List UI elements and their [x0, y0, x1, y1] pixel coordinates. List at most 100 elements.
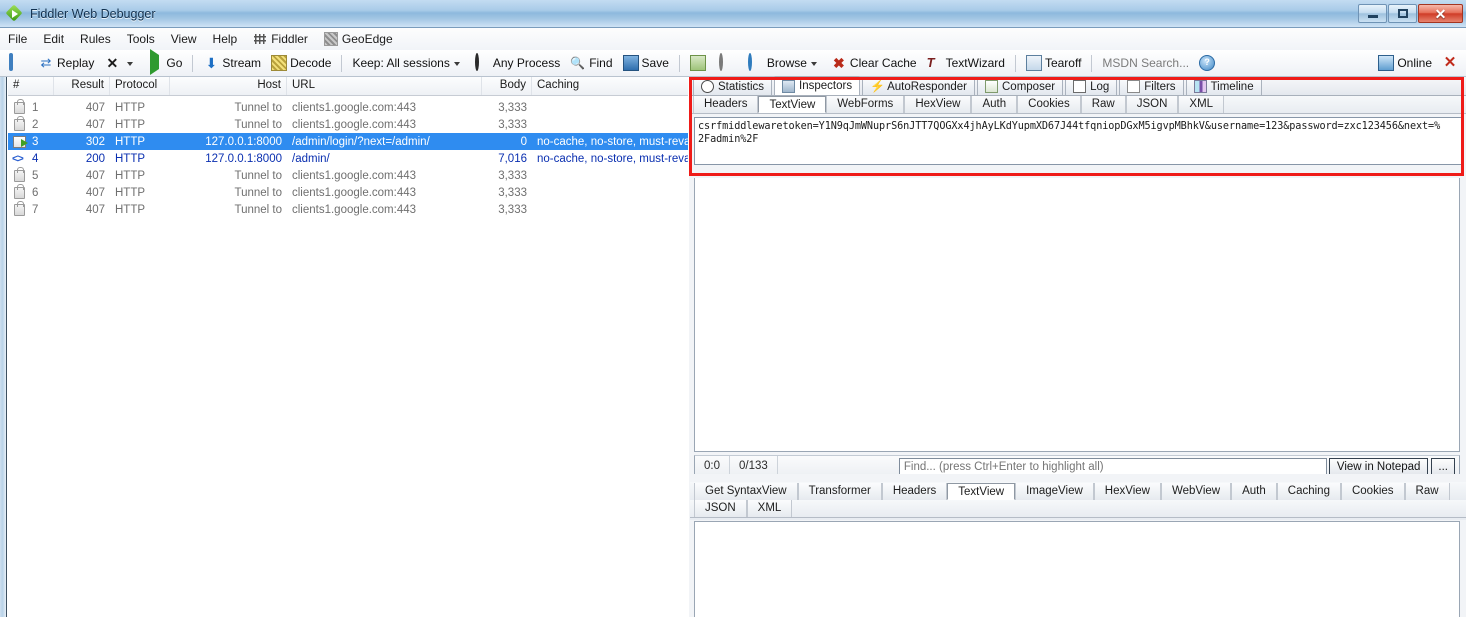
request-textview-content[interactable]: csrfmiddlewaretoken=Y1N9qJmWNuprS6nJTT7Q… [694, 117, 1462, 165]
tab-log[interactable]: Log [1065, 77, 1118, 95]
online-button[interactable]: Online [1373, 53, 1437, 73]
stream-button[interactable]: ⬇ Stream [198, 53, 266, 73]
tab-request-json[interactable]: JSON [1125, 96, 1179, 113]
msdn-search-field[interactable]: MSDN Search... [1097, 54, 1194, 72]
column-header-host[interactable]: Host [170, 77, 287, 95]
tab-request-headers[interactable]: Headers [693, 96, 759, 113]
column-header-caching[interactable]: Caching [532, 77, 688, 95]
session-list[interactable]: # Result Protocol Host URL Body Caching … [8, 77, 688, 617]
browse-button[interactable]: Browse [743, 53, 826, 73]
any-process-button[interactable]: Any Process [469, 53, 565, 73]
column-header-body[interactable]: Body [482, 77, 532, 95]
tab-request-textview[interactable]: TextView [758, 96, 827, 113]
help-button[interactable]: ? [1194, 53, 1223, 73]
menu-help[interactable]: Help [205, 30, 246, 48]
cell-protocol: HTTP [115, 152, 146, 165]
tab-filters[interactable]: Filters [1119, 77, 1184, 95]
tab-response-auth[interactable]: Auth [1231, 483, 1277, 500]
request-body-empty-area[interactable] [694, 178, 1460, 452]
cell-host: Tunnel to [234, 186, 282, 199]
response-textview-content[interactable] [694, 521, 1460, 617]
cell-url: clients1.google.com:443 [292, 169, 417, 182]
tab-timeline[interactable]: Timeline [1185, 77, 1262, 95]
column-header-protocol[interactable]: Protocol [110, 77, 170, 95]
clear-cache-button[interactable]: ✖ Clear Cache [826, 53, 922, 73]
close-button[interactable]: ✕ [1418, 4, 1463, 23]
table-row[interactable]: 5 407 HTTP Tunnel to clients1.google.com… [8, 166, 688, 184]
tab-response-caching[interactable]: Caching [1276, 483, 1341, 500]
column-header-result[interactable]: Result [54, 77, 110, 95]
column-header-num[interactable]: # [8, 77, 54, 95]
tab-response-xml[interactable]: XML [746, 500, 793, 517]
tab-request-xml[interactable]: XML [1178, 96, 1225, 113]
menu-edit[interactable]: Edit [35, 30, 72, 48]
table-row[interactable]: 2 407 HTTP Tunnel to clients1.google.com… [8, 115, 688, 133]
decode-label: Decode [290, 56, 332, 70]
timer-button[interactable] [714, 53, 743, 73]
tab-response-headers[interactable]: Headers [881, 483, 948, 500]
title-bar-left: Fiddler Web Debugger [0, 4, 1357, 22]
tab-statistics-label: Statistics [718, 80, 765, 93]
maximize-button[interactable] [1388, 4, 1417, 23]
online-label: Online [1397, 56, 1432, 70]
table-row[interactable]: <> 4 200 HTTP 127.0.0.1:8000 /admin/ 7,0… [8, 150, 688, 167]
column-header-url[interactable]: URL [287, 77, 482, 95]
tab-composer[interactable]: Composer [977, 77, 1064, 95]
tab-request-auth[interactable]: Auth [971, 96, 1018, 113]
chevron-down-icon[interactable] [453, 62, 460, 66]
view-in-notepad-button[interactable]: View in Notepad [1328, 457, 1429, 476]
replay-button[interactable]: ⇄ Replay [33, 53, 99, 73]
tab-response-textview[interactable]: TextView [947, 483, 1016, 500]
menu-fiddler[interactable]: Fiddler [245, 30, 316, 48]
cell-url: /admin/ [292, 152, 330, 165]
response-tabs-row-1: Get SyntaxView Transformer Headers TextV… [690, 482, 1466, 500]
table-row-selected[interactable]: 3 302 HTTP 127.0.0.1:8000 /admin/login/?… [8, 133, 688, 150]
textwizard-button[interactable]: T TextWizard [922, 53, 1010, 73]
lock-icon [12, 98, 27, 115]
more-options-button[interactable]: ... [1431, 457, 1455, 476]
tab-response-webview[interactable]: WebView [1160, 483, 1232, 500]
menu-tools[interactable]: Tools [119, 30, 163, 48]
save-disk-icon [622, 55, 639, 71]
cell-protocol: HTTP [115, 118, 146, 131]
go-button[interactable]: Go [142, 49, 187, 75]
tab-request-hexview[interactable]: HexView [904, 96, 972, 113]
cell-host: 127.0.0.1:8000 [205, 135, 282, 148]
minimize-button[interactable] [1358, 4, 1387, 23]
tab-request-raw[interactable]: Raw [1080, 96, 1126, 113]
remove-button[interactable]: ✕ [99, 53, 142, 73]
tearoff-button[interactable]: Tearoff [1021, 53, 1086, 73]
menu-geoedge[interactable]: GeoEdge [316, 30, 401, 48]
tab-response-cookies[interactable]: Cookies [1340, 483, 1405, 500]
menu-file[interactable]: File [0, 30, 35, 48]
tab-response-json[interactable]: JSON [694, 500, 747, 517]
menu-view[interactable]: View [163, 30, 205, 48]
tab-response-hexview[interactable]: HexView [1093, 483, 1161, 500]
table-row[interactable]: 1 407 HTTP Tunnel to clients1.google.com… [8, 98, 688, 116]
comment-button[interactable] [4, 53, 33, 73]
tab-response-get-syntaxview[interactable]: Get SyntaxView [694, 483, 798, 500]
clear-cache-label: Clear Cache [849, 56, 917, 70]
find-input[interactable] [898, 457, 1327, 476]
tab-request-cookies[interactable]: Cookies [1017, 96, 1081, 113]
tab-autoresponder[interactable]: ⚡ AutoResponder [862, 77, 975, 95]
find-button[interactable]: 🔍 Find [565, 53, 617, 73]
tab-inspectors[interactable]: Inspectors [774, 76, 861, 95]
tab-response-imageview[interactable]: ImageView [1015, 483, 1094, 500]
tab-statistics[interactable]: Statistics [693, 77, 773, 95]
table-row[interactable]: 7 407 HTTP Tunnel to clients1.google.com… [8, 200, 688, 218]
tab-response-raw[interactable]: Raw [1404, 483, 1450, 500]
toolbar-close-button[interactable]: ✕ [1437, 53, 1466, 73]
save-button[interactable]: Save [618, 53, 674, 73]
tab-response-transformer[interactable]: Transformer [797, 483, 882, 500]
decode-button[interactable]: Decode [266, 53, 336, 73]
clock-icon [718, 53, 735, 71]
tab-request-webforms[interactable]: WebForms [826, 96, 905, 113]
chevron-down-icon[interactable] [810, 62, 817, 66]
keep-sessions-dropdown[interactable]: Keep: All sessions [347, 54, 468, 72]
cell-body: 0 [520, 135, 527, 148]
menu-rules[interactable]: Rules [72, 30, 119, 48]
screenshot-button[interactable] [685, 53, 714, 73]
chevron-down-icon[interactable] [127, 62, 134, 66]
table-row[interactable]: 6 407 HTTP Tunnel to clients1.google.com… [8, 183, 688, 201]
